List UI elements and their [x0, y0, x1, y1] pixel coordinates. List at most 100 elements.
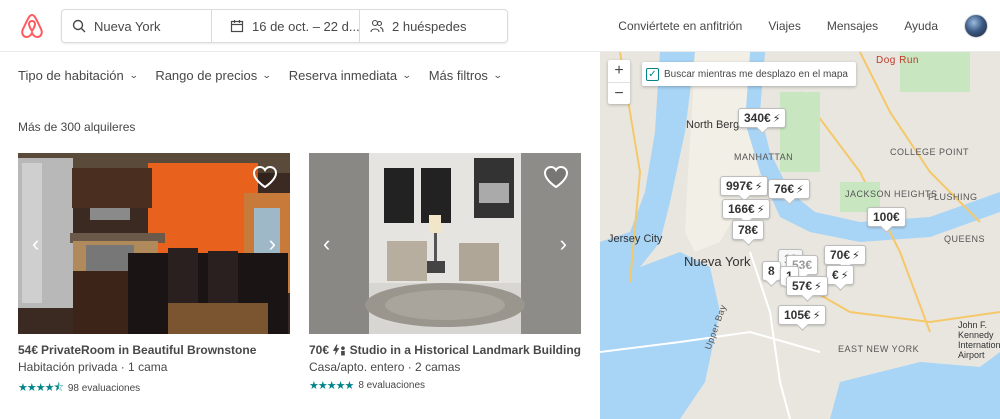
map-price-pin[interactable]: 340€ ⚡: [738, 108, 787, 128]
review-count: 8 evaluaciones: [358, 380, 426, 391]
next-photo-arrow-icon[interactable]: ›: [560, 233, 567, 255]
map-price-pin[interactable]: 100€: [867, 207, 906, 227]
search-as-move-label: Buscar mientras me desplazo en el mapa: [664, 68, 848, 80]
pin-price: 105€: [784, 308, 811, 322]
search-bar[interactable]: Nueva York 16 de oct. – 22 d... 2 huéspe…: [61, 9, 508, 43]
map-price-pin[interactable]: 76€ ⚡: [768, 179, 810, 199]
pin-price: 997€: [726, 179, 753, 193]
map-label-nueva-york: Nueva York: [684, 254, 751, 269]
map-price-pin-cluster[interactable]: € ⚡: [826, 265, 855, 285]
favorite-heart-icon[interactable]: [543, 165, 569, 189]
instant-book-icon: ⚡: [754, 181, 763, 193]
user-avatar[interactable]: [964, 14, 988, 38]
listing-rating: ★★★★★ 8 evaluaciones: [309, 379, 581, 392]
map-label-flushing: FLUSHING: [928, 192, 978, 202]
listing-subtitle: Casa/apto. entero · 2 camas: [309, 360, 461, 374]
map-zoom-control: + −: [608, 60, 630, 104]
pin-price: 70€: [830, 248, 851, 262]
map-label-jackson-heights: JACKSON HEIGHTS: [845, 189, 938, 199]
instant-book-icon: ⚡: [812, 310, 821, 322]
listing-photo[interactable]: ‹ ›: [309, 153, 581, 334]
chevron-down-icon: ⌄: [402, 70, 412, 80]
pin-price: 76€: [774, 182, 795, 196]
listing-card[interactable]: ‹ › 54€ PrivateRoom in Beautiful Brownst…: [18, 153, 290, 398]
listing-card[interactable]: ‹ › 70€ Studio in a Historical Landmark …: [309, 153, 581, 392]
listing-price: 70€: [309, 343, 330, 357]
favorite-heart-icon[interactable]: [252, 165, 278, 189]
pin-price: 100€: [873, 210, 900, 224]
listing-rating: ★★★★⯪ 98 evaluaciones: [18, 379, 290, 398]
header: Nueva York 16 de oct. – 22 d... 2 huéspe…: [0, 0, 1000, 52]
nav-trips[interactable]: Viajes: [768, 19, 800, 33]
pin-price: 340€: [744, 111, 771, 125]
zoom-in-button[interactable]: +: [608, 60, 630, 82]
previous-photo-arrow-icon[interactable]: ‹: [32, 233, 39, 255]
review-count: 98 evaluaciones: [67, 383, 141, 394]
instant-book-icon: ⚡: [814, 281, 822, 293]
map-price-pin[interactable]: 70€ ⚡: [824, 245, 866, 265]
map-price-pin[interactable]: 105€ ⚡: [778, 305, 827, 325]
pin-price: 166€: [728, 202, 755, 216]
map-label-east-new-york: EAST NEW YORK: [838, 344, 920, 354]
airbnb-logo-icon[interactable]: [18, 12, 46, 40]
listing-photo[interactable]: ‹ ›: [18, 153, 290, 334]
map-price-pin[interactable]: 78€: [732, 220, 765, 240]
filter-label: Reserva inmediata: [288, 68, 398, 83]
pin-price: 57€: [792, 279, 813, 293]
filter-more[interactable]: Más filtros ⌄: [428, 68, 503, 83]
location-value: Nueva York: [94, 18, 161, 34]
search-icon: [72, 19, 86, 33]
dates-field[interactable]: 16 de oct. – 22 d...: [211, 10, 359, 42]
nav-messages[interactable]: Mensajes: [827, 19, 878, 33]
guests-field[interactable]: 2 huéspedes: [359, 10, 507, 42]
filter-label: Más filtros: [428, 68, 488, 83]
map-price-pin[interactable]: 997€ ⚡: [720, 176, 769, 196]
results-count: Más de 300 alquileres: [18, 120, 136, 134]
instant-book-icon: ⚡: [840, 270, 849, 282]
listing-subtitle: Habitación privada · 1 cama: [18, 360, 168, 374]
listing-name: PrivateRoom in Beautiful Brownstone: [41, 343, 257, 357]
filter-room-type[interactable]: Tipo de habitación ⌄: [18, 68, 139, 83]
chevron-down-icon: ⌄: [262, 70, 272, 80]
map-label-manhattan: MANHATTAN: [734, 152, 794, 162]
filter-price-range[interactable]: Rango de precios ⌄: [155, 68, 272, 83]
filter-instant-book[interactable]: Reserva inmediata ⌄: [288, 68, 412, 83]
previous-photo-arrow-icon[interactable]: ‹: [323, 233, 330, 255]
kitchen-photo: [18, 153, 290, 334]
nav-help[interactable]: Ayuda: [904, 19, 938, 33]
checkmark-icon[interactable]: ✓: [646, 67, 659, 81]
filter-bar: Tipo de habitación ⌄ Rango de precios ⌄ Re…: [18, 68, 503, 83]
map-price-pin-cluster[interactable]: 8: [762, 261, 781, 281]
listing-title[interactable]: 70€ Studio in a Historical Landmark Buil…: [309, 343, 581, 357]
next-photo-arrow-icon[interactable]: ›: [269, 233, 276, 255]
search-as-move-toggle[interactable]: ✓ Buscar mientras me desplazo en el mapa: [642, 62, 856, 86]
pin-price: 78€: [738, 223, 759, 237]
listing-title[interactable]: 54€ PrivateRoom in Beautiful Brownstone: [18, 343, 290, 357]
instant-book-icon: ⚡: [756, 204, 765, 216]
chevron-down-icon: ⌄: [128, 70, 139, 80]
map-label-college-point: COLLEGE POINT: [890, 147, 970, 157]
instant-book-icon: ⚡: [796, 184, 804, 196]
studio-photo: [309, 153, 581, 334]
instant-book-icon: [332, 344, 345, 356]
filter-label: Rango de precios: [155, 68, 258, 83]
filter-label: Tipo de habitación: [18, 68, 124, 83]
listing-price: 54€: [18, 343, 39, 357]
calendar-icon: [230, 20, 244, 33]
zoom-out-button[interactable]: −: [608, 82, 630, 104]
dates-value: 16 de oct. – 22 d...: [252, 18, 359, 34]
map-price-pin[interactable]: 166€ ⚡: [722, 199, 771, 219]
map[interactable]: Dog Run North Bergen MANHATTAN COLLEGE P…: [600, 52, 1000, 419]
listing-name: Studio in a Historical Landmark Building: [349, 343, 581, 357]
chevron-down-icon: ⌄: [492, 70, 503, 80]
map-label-queens: QUEENS: [944, 234, 986, 244]
guests-value: 2 huéspedes: [392, 18, 467, 34]
nav-become-host[interactable]: Conviértete en anfitrión: [618, 19, 742, 33]
top-nav: Conviértete en anfitrión Viajes Mensajes…: [618, 0, 1000, 52]
map-label-dog-run: Dog Run: [876, 55, 919, 66]
map-price-pin[interactable]: 57€ ⚡: [786, 276, 828, 296]
location-field[interactable]: Nueva York: [62, 10, 211, 42]
map-label-jersey-city: Jersey City: [608, 233, 663, 245]
instant-book-icon: ⚡: [772, 113, 781, 125]
star-rating-icon: ★★★★★: [309, 380, 354, 392]
